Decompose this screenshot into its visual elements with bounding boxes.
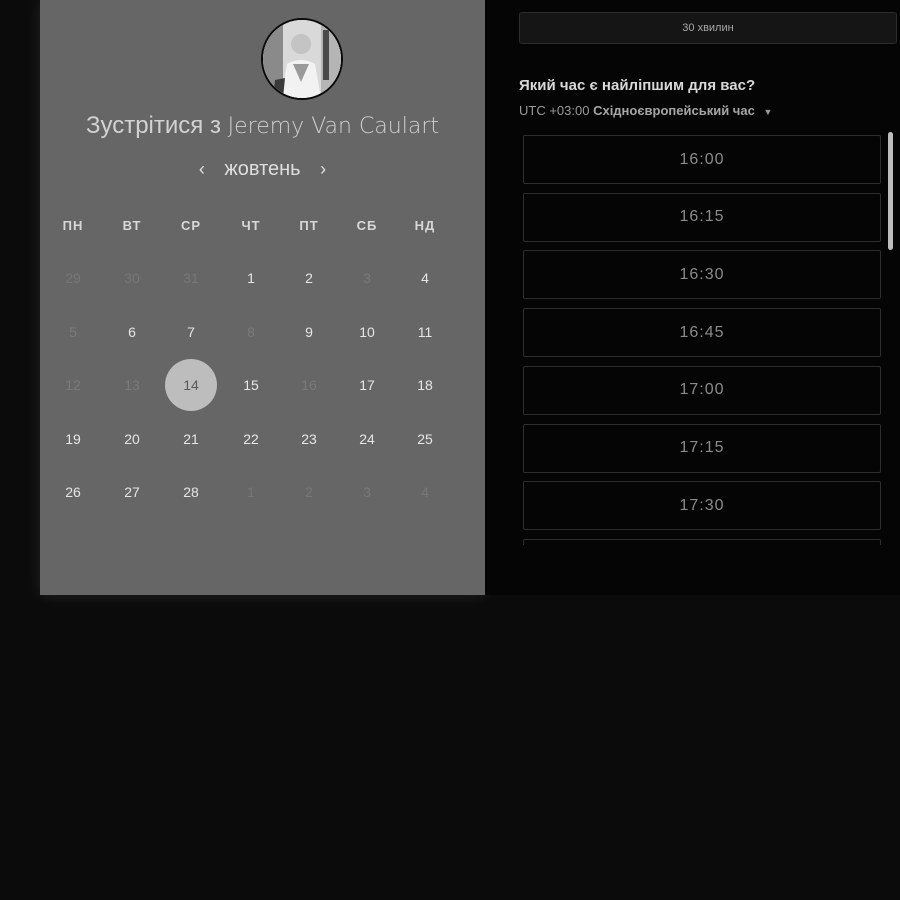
- calendar-panel: Зустрітися з Jeremy Van Caulart ‹ жовтен…: [40, 0, 485, 595]
- calendar-day: 29: [65, 270, 81, 286]
- calendar-day[interactable]: 25: [399, 413, 451, 465]
- weekday-label: НД: [414, 218, 436, 233]
- page-title: Зустрітися з Jeremy Van Caulart: [40, 112, 485, 140]
- weekday-label: СБ: [356, 218, 378, 233]
- calendar-day: 5: [69, 324, 77, 340]
- calendar-day[interactable]: 11: [399, 306, 451, 358]
- duration-badge[interactable]: 30 хвилин: [519, 12, 897, 44]
- calendar-day: 3: [363, 270, 371, 286]
- timezone-selector[interactable]: UTC +03:00 Східноєвропейський час ▼: [519, 103, 772, 118]
- weekday-label: ЧТ: [241, 218, 261, 233]
- calendar-day[interactable]: 28: [165, 466, 217, 518]
- month-label: жовтень: [224, 158, 301, 180]
- calendar-day[interactable]: 26: [47, 466, 99, 518]
- calendar-day[interactable]: 6: [106, 306, 158, 358]
- calendar-day[interactable]: 24: [341, 413, 393, 465]
- time-slot-button[interactable]: 16:45: [523, 308, 881, 358]
- calendar-day: 13: [124, 377, 140, 393]
- calendar-day[interactable]: 22: [225, 413, 277, 465]
- time-slot-button[interactable]: 16:30: [523, 250, 881, 300]
- time-slot-button[interactable]: 17:30: [523, 481, 881, 531]
- calendar-day: 30: [124, 270, 140, 286]
- calendar-day-selected[interactable]: 14: [165, 359, 217, 411]
- calendar-day: 1: [247, 484, 255, 500]
- time-slot-list: 16:00 16:15 16:30 16:45 17:00 17:15 17:30: [523, 135, 881, 545]
- caret-down-icon: ▼: [763, 106, 773, 117]
- weekday-label: ПТ: [299, 218, 319, 233]
- calendar-day: 31: [183, 270, 199, 286]
- time-selection-panel: 30 хвилин Який час є найліпшим для вас? …: [485, 0, 900, 595]
- time-question: Який час є найліпшим для вас?: [519, 77, 756, 94]
- calendar-day: 2: [305, 484, 313, 500]
- calendar-day[interactable]: 23: [283, 413, 335, 465]
- calendar-day[interactable]: 1: [225, 252, 277, 304]
- calendar-day: 8: [247, 324, 255, 340]
- calendar-day[interactable]: 9: [283, 306, 335, 358]
- time-slot-button-partial[interactable]: [523, 538, 881, 545]
- weekday-label: ВТ: [122, 218, 142, 233]
- timezone-name: Східноєвропейський час: [593, 103, 755, 118]
- weekday-label: ПН: [62, 218, 84, 233]
- weekday-label: СР: [180, 218, 202, 233]
- time-slot-button[interactable]: 17:00: [523, 365, 881, 415]
- time-slot-button[interactable]: 16:15: [523, 192, 881, 242]
- calendar-day[interactable]: 17: [341, 359, 393, 411]
- calendar-day[interactable]: 7: [165, 306, 217, 358]
- calendar-day: 12: [65, 377, 81, 393]
- calendar-day[interactable]: 15: [225, 359, 277, 411]
- title-prefix: Зустрітися з: [85, 112, 221, 139]
- host-avatar: [261, 18, 343, 100]
- host-name: Jeremy Van Caulart: [227, 114, 439, 139]
- calendar-day[interactable]: 20: [106, 413, 158, 465]
- chevron-right-icon[interactable]: ›: [310, 159, 336, 180]
- calendar-day: 3: [363, 484, 371, 500]
- calendar-day[interactable]: 21: [165, 413, 217, 465]
- calendar-day[interactable]: 2: [283, 252, 335, 304]
- calendar-day[interactable]: 27: [106, 466, 158, 518]
- month-navigation: ‹ жовтень ›: [40, 158, 485, 181]
- calendar-day[interactable]: 18: [399, 359, 451, 411]
- slot-list-scrollbar[interactable]: [888, 132, 893, 250]
- calendar-day[interactable]: 19: [47, 413, 99, 465]
- time-slot-button[interactable]: 16:00: [523, 135, 881, 184]
- calendar-day: 16: [301, 377, 317, 393]
- calendar-day[interactable]: 10: [341, 306, 393, 358]
- calendar-day: 4: [421, 484, 429, 500]
- chevron-left-icon[interactable]: ‹: [189, 159, 215, 180]
- timezone-offset: UTC +03:00: [519, 103, 590, 118]
- calendar-day[interactable]: 4: [399, 252, 451, 304]
- time-slot-button[interactable]: 17:15: [523, 423, 881, 473]
